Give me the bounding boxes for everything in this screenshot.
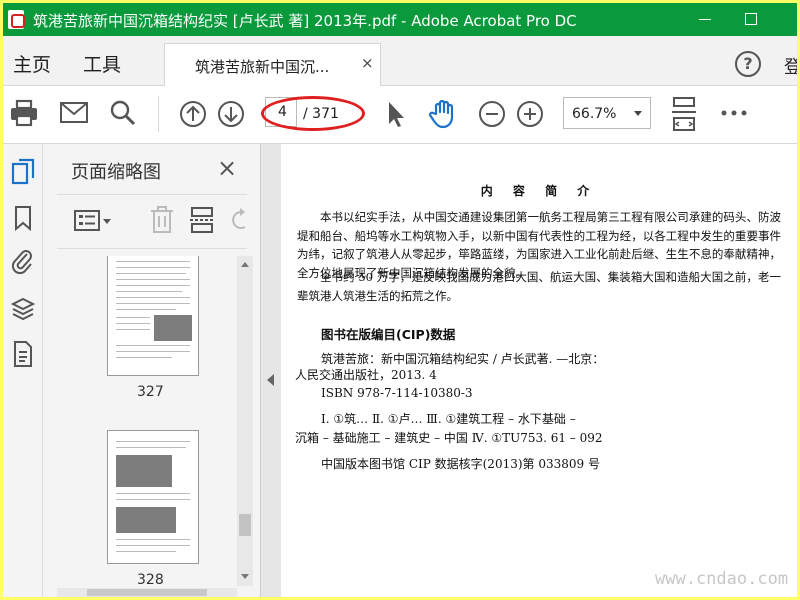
- paragraph: 全书约 50 万字，是反映我国成为港口大国、航运大国、集装箱大国和造船大国之前，…: [297, 270, 781, 303]
- window-title: 筑港苦旅新中国沉箱结构纪实 [卢长武 著] 2013年.pdf - Adobe …: [33, 12, 577, 30]
- zoom-value: 66.7%: [572, 106, 617, 122]
- collapse-panel-icon[interactable]: [267, 374, 274, 386]
- select-cursor-icon[interactable]: [386, 100, 406, 128]
- cip-line: 中国版本图书馆 CIP 数据核字(2013)第 033809 号: [321, 457, 600, 471]
- tab-row: 主页 工具 筑港苦旅新中国沉... × ? 登: [3, 36, 797, 86]
- page-thumbnails-panel: 页面缩略图 × 327 328: [43, 144, 261, 597]
- tab-home[interactable]: 主页: [13, 50, 51, 77]
- watermark: www.cndao.com: [655, 569, 789, 589]
- document-tab-label: 筑港苦旅新中国沉...: [195, 58, 330, 76]
- search-icon[interactable]: [109, 99, 137, 127]
- red-highlight-ellipse: [261, 96, 365, 131]
- page-thumbnail[interactable]: [107, 256, 199, 376]
- navigation-rail: [3, 144, 43, 597]
- email-icon[interactable]: [59, 100, 89, 126]
- cip-line: 人民交通出版社，2013. 4: [295, 368, 437, 382]
- scroll-down-icon[interactable]: [241, 574, 249, 579]
- chevron-down-icon: [634, 111, 642, 116]
- cip-line: 筑港苦旅：新中国沉箱结构纪实 / 卢长武著. —北京：: [321, 352, 605, 366]
- zoom-out-icon[interactable]: [478, 100, 506, 128]
- acrobat-app-icon: [8, 10, 25, 29]
- maximize-button[interactable]: [741, 9, 761, 29]
- toolbar: 4 / 371 66.7%: [3, 86, 797, 144]
- page-thumbnail[interactable]: [107, 430, 199, 564]
- pdf-page: 内 容 简 介 本书以纪实手法，从中国交通建设集团第一航务工程局第三工程有限公司…: [281, 144, 797, 597]
- tab-tools[interactable]: 工具: [83, 50, 121, 77]
- zoom-select[interactable]: 66.7%: [563, 97, 651, 129]
- document-icon[interactable]: [11, 340, 35, 372]
- attachment-icon[interactable]: [11, 248, 35, 280]
- scroll-up-icon[interactable]: [241, 262, 249, 267]
- panel-divider: [57, 194, 247, 195]
- thumbnail-scrollbar[interactable]: [237, 256, 253, 586]
- layers-icon[interactable]: [10, 296, 36, 328]
- bookmark-icon[interactable]: [11, 204, 35, 236]
- thumbnail-label: 327: [137, 384, 164, 400]
- tab-document[interactable]: 筑港苦旅新中国沉... ×: [164, 43, 381, 86]
- rotate-icon[interactable]: [229, 207, 251, 233]
- thumbnail-list: 327 328: [57, 256, 235, 596]
- zoom-in-icon[interactable]: [516, 100, 544, 128]
- login-link[interactable]: 登: [784, 53, 797, 79]
- acrobat-window: 筑港苦旅新中国沉箱结构纪实 [卢长武 著] 2013年.pdf - Adobe …: [3, 3, 797, 597]
- panel-title: 页面缩略图: [71, 162, 161, 183]
- hand-tool-icon[interactable]: [427, 97, 459, 129]
- delete-icon[interactable]: [149, 206, 175, 234]
- thumbnail-options-icon[interactable]: [73, 208, 113, 234]
- minimize-button[interactable]: [695, 9, 715, 29]
- title-bar: 筑港苦旅新中国沉箱结构纪实 [卢长武 著] 2013年.pdf - Adobe …: [3, 3, 797, 36]
- page-heading: 内 容 简 介: [480, 184, 598, 198]
- close-panel-icon[interactable]: ×: [217, 156, 237, 180]
- horizontal-scrollbar-thumb[interactable]: [87, 589, 207, 596]
- document-view: 内 容 简 介 本书以纪实手法，从中国交通建设集团第一航务工程局第三工程有限公司…: [261, 144, 797, 597]
- insert-page-icon[interactable]: [189, 206, 215, 234]
- more-options-icon[interactable]: [721, 110, 747, 116]
- cip-line: ISBN 978-7-114-10380-3: [321, 386, 473, 400]
- close-tab-icon[interactable]: ×: [361, 54, 374, 72]
- page-up-icon[interactable]: [179, 100, 207, 128]
- print-icon[interactable]: [9, 98, 39, 128]
- help-icon[interactable]: ?: [735, 51, 761, 77]
- cip-title: 图书在版编目(CIP)数据: [321, 327, 456, 342]
- page-down-icon[interactable]: [217, 100, 245, 128]
- cip-line: Ⅰ. ①筑… Ⅱ. ①卢… Ⅲ. ①建筑工程 – 水下基础 –: [321, 412, 576, 426]
- panel-divider: [57, 248, 247, 249]
- page-thumbnails-icon[interactable]: [11, 158, 35, 190]
- scrollbar-thumb[interactable]: [239, 514, 251, 536]
- cip-line: 沉箱 – 基础施工 – 建筑史 – 中国 Ⅳ. ①TU753. 61 – 092: [295, 431, 603, 445]
- thumbnail-label: 328: [137, 572, 164, 588]
- page-layout-icon[interactable]: [671, 96, 697, 132]
- toolbar-divider: [158, 96, 159, 132]
- horizontal-scrollbar[interactable]: [57, 588, 237, 597]
